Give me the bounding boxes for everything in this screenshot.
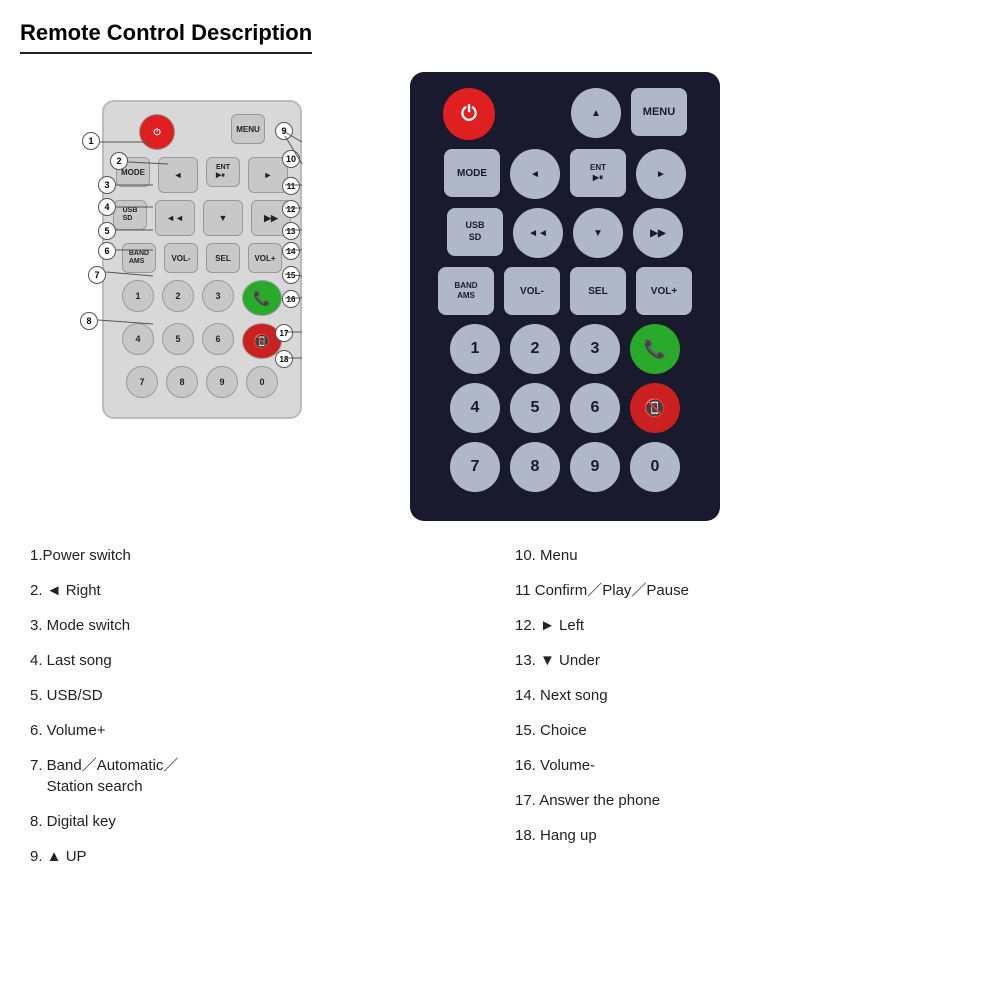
desc-item-11: 11 Confirm／Play／Pause (515, 580, 970, 601)
remote-btn-3[interactable]: 3 (570, 324, 620, 374)
diag-btn-ent[interactable]: ENT▶⏸ (206, 157, 240, 187)
remote-btn-prev[interactable]: ◄◄ (513, 208, 563, 258)
desc-item-9: 9. ▲ UP (30, 846, 485, 867)
diag-btn-left-arrow[interactable]: ◄ (158, 157, 198, 193)
callout-9: 9 (275, 122, 293, 140)
remote-btn-8[interactable]: 8 (510, 442, 560, 492)
remote-btn-volminus[interactable]: VOL- (504, 267, 560, 315)
remote-btn-7[interactable]: 7 (450, 442, 500, 492)
callout-3: 3 (98, 176, 116, 194)
callout-11: 11 (282, 177, 300, 195)
desc-item-3: 3. Mode switch (30, 615, 485, 636)
callout-14: 14 (282, 242, 300, 260)
remote-btn-6[interactable]: 6 (570, 383, 620, 433)
diag-btn-5[interactable]: 5 (162, 323, 194, 355)
diag-btn-sel[interactable]: SEL (206, 243, 240, 273)
page-title: Remote Control Description (20, 20, 312, 54)
remote-btn-sel[interactable]: SEL (570, 267, 626, 315)
callout-12: 12 (282, 200, 300, 218)
remote-btn-power[interactable]: ⏻ (443, 88, 495, 140)
desc-col-left: 1.Power switch 2. ◄ Right 3. Mode switch… (30, 545, 485, 881)
remote-btn-9[interactable]: 9 (570, 442, 620, 492)
callout-17: 17 (275, 324, 293, 342)
desc-item-4: 4. Last song (30, 650, 485, 671)
desc-item-1: 1.Power switch (30, 545, 485, 566)
callout-10: 10 (282, 150, 300, 168)
remote-btn-down[interactable]: ▼ (573, 208, 623, 258)
diag-btn-6[interactable]: 6 (202, 323, 234, 355)
diag-btn-usbsd[interactable]: USBSD (113, 200, 147, 230)
diag-btn-volplus[interactable]: VOL+ (248, 243, 282, 273)
diag-btn-0[interactable]: 0 (246, 366, 278, 398)
remote-btn-0[interactable]: 0 (630, 442, 680, 492)
diag-btn-7[interactable]: 7 (126, 366, 158, 398)
remote-btn-menu[interactable]: MENU (631, 88, 687, 136)
diag-btn-9[interactable]: 9 (206, 366, 238, 398)
desc-item-17: 17. Answer the phone (515, 790, 970, 811)
callout-15: 15 (282, 266, 300, 284)
remote-btn-nextsong[interactable]: ▶▶ (633, 208, 683, 258)
callout-7: 7 (88, 266, 106, 284)
remote-btn-mode[interactable]: MODE (444, 149, 500, 197)
desc-item-13: 13. ▼ Under (515, 650, 970, 671)
remote-btn-right[interactable]: ► (636, 149, 686, 199)
remote-btn-5[interactable]: 5 (510, 383, 560, 433)
diag-btn-power[interactable]: ⏻ (139, 114, 175, 150)
diag-btn-answer[interactable]: 📞 (242, 280, 282, 316)
callout-6: 6 (98, 242, 116, 260)
desc-item-10: 10. Menu (515, 545, 970, 566)
remote-btn-left[interactable]: ◄ (510, 149, 560, 199)
remote-btn-2[interactable]: 2 (510, 324, 560, 374)
callout-18: 18 (275, 350, 293, 368)
desc-item-12: 12. ► Left (515, 615, 970, 636)
desc-item-7: 7. Band／Automatic／ Station search (30, 755, 485, 797)
diag-btn-1[interactable]: 1 (122, 280, 154, 312)
diag-btn-down-arrow[interactable]: ▼ (203, 200, 243, 236)
diag-btn-band[interactable]: BANDAMS (122, 243, 156, 273)
remote-btn-volplus[interactable]: VOL+ (636, 267, 692, 315)
diagram-remote: ⏻ MENU MODE ◄ ENT▶⏸ ► USBSD ◄◄ ▼ ▶▶ BAND… (102, 100, 302, 419)
desc-item-14: 14. Next song (515, 685, 970, 706)
desc-item-15: 15. Choice (515, 720, 970, 741)
diagram-section: ⏻ MENU MODE ◄ ENT▶⏸ ► USBSD ◄◄ ▼ ▶▶ BAND… (20, 72, 390, 502)
desc-item-18: 18. Hang up (515, 825, 970, 846)
desc-item-16: 16. Volume- (515, 755, 970, 776)
remote-btn-usbsd[interactable]: USBSD (447, 208, 503, 256)
diag-btn-2[interactable]: 2 (162, 280, 194, 312)
diag-btn-menu[interactable]: MENU (231, 114, 265, 144)
desc-item-5: 5. USB/SD (30, 685, 485, 706)
remote-btn-band[interactable]: BANDAMS (438, 267, 494, 315)
remote-btn-answer[interactable]: 📞 (630, 324, 680, 374)
real-remote: ⏻ ▲ MENU MODE ◄ ENT▶⏸ ► USBSD ◄◄ ▼ ▶▶ BA… (410, 72, 720, 521)
callout-4: 4 (98, 198, 116, 216)
desc-col-right: 10. Menu 11 Confirm／Play／Pause 12. ► Lef… (515, 545, 970, 881)
remote-btn-ent[interactable]: ENT▶⏸ (570, 149, 626, 197)
diag-btn-4[interactable]: 4 (122, 323, 154, 355)
remote-btn-up[interactable]: ▲ (571, 88, 621, 138)
callout-1: 1 (82, 132, 100, 150)
callout-16: 16 (282, 290, 300, 308)
description-section: 1.Power switch 2. ◄ Right 3. Mode switch… (20, 545, 980, 881)
callout-13: 13 (282, 222, 300, 240)
diag-btn-prev[interactable]: ◄◄ (155, 200, 195, 236)
desc-item-8: 8. Digital key (30, 811, 485, 832)
diag-btn-volminus[interactable]: VOL- (164, 243, 198, 273)
callout-8: 8 (80, 312, 98, 330)
callout-5: 5 (98, 222, 116, 240)
remote-btn-1[interactable]: 1 (450, 324, 500, 374)
diag-btn-3[interactable]: 3 (202, 280, 234, 312)
callout-2: 2 (110, 152, 128, 170)
desc-item-2: 2. ◄ Right (30, 580, 485, 601)
diag-btn-8[interactable]: 8 (166, 366, 198, 398)
remote-btn-4[interactable]: 4 (450, 383, 500, 433)
remote-btn-hangup[interactable]: 📵 (630, 383, 680, 433)
desc-item-6: 6. Volume+ (30, 720, 485, 741)
